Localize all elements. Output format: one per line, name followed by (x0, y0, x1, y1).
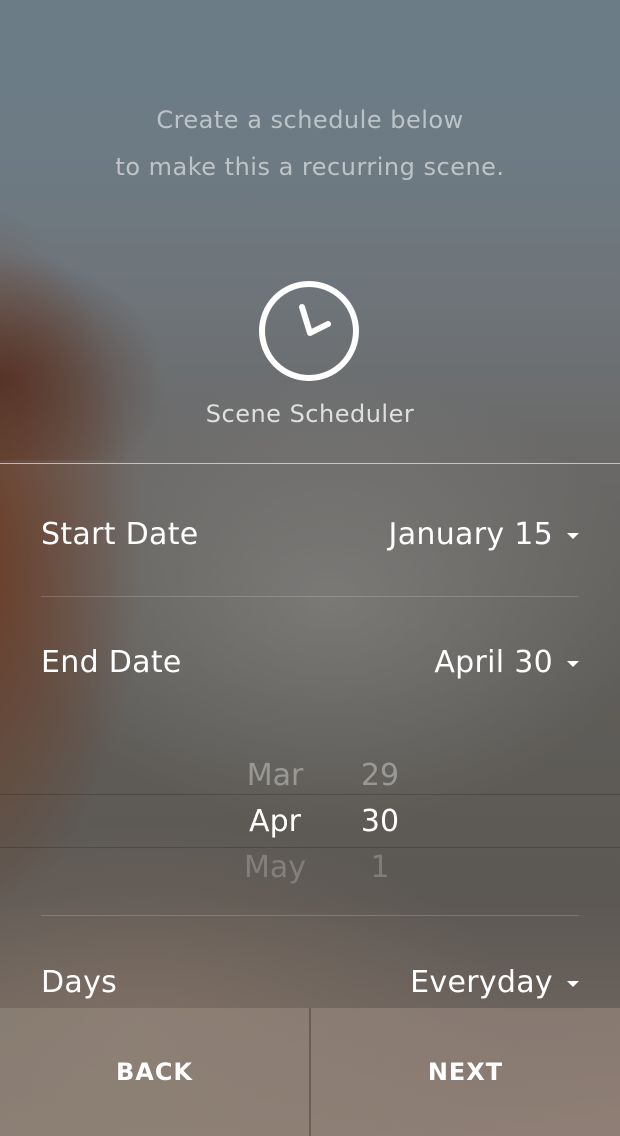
end-date-dropdown[interactable]: April 30 (434, 645, 579, 680)
days-dropdown[interactable]: Everyday (410, 965, 579, 1000)
days-value: Everyday (410, 964, 553, 1000)
start-date-dropdown[interactable]: January 15 (389, 517, 579, 552)
picker-selection-line-top (0, 794, 620, 795)
start-date-value: January 15 (388, 516, 553, 552)
days-row[interactable]: Days Everyday (41, 952, 579, 1012)
intro-text-line-2: to make this a recurring scene. (115, 153, 505, 181)
scene-scheduler-title: Scene Scheduler (205, 400, 415, 428)
caret-down-icon (567, 660, 579, 667)
end-date-value: April 30 (434, 644, 553, 680)
next-button[interactable]: NEXT (311, 1008, 620, 1136)
caret-down-icon (567, 980, 579, 987)
back-button[interactable]: BACK (0, 1008, 309, 1136)
picker-month-next[interactable]: May (225, 850, 325, 885)
picker-day-selected[interactable]: 30 (330, 804, 430, 839)
end-date-row[interactable]: End Date April 30 (41, 632, 579, 692)
section-divider (0, 463, 620, 464)
picker-day-prev[interactable]: 29 (330, 758, 430, 793)
row-divider (41, 596, 579, 597)
picker-month-selected[interactable]: Apr (225, 804, 325, 839)
days-label: Days (41, 964, 118, 1000)
picker-day-next[interactable]: 1 (330, 850, 430, 885)
start-date-row[interactable]: Start Date January 15 (41, 504, 579, 564)
clock-icon (259, 281, 359, 381)
caret-down-icon (567, 532, 579, 539)
start-date-label: Start Date (41, 516, 199, 552)
intro-text-line-1: Create a schedule below (156, 106, 464, 134)
picker-selection-line-bottom (0, 847, 620, 848)
footer-bar: BACK NEXT (0, 1008, 620, 1136)
end-date-label: End Date (41, 644, 182, 680)
row-divider (41, 915, 579, 916)
picker-month-prev[interactable]: Mar (225, 758, 325, 793)
